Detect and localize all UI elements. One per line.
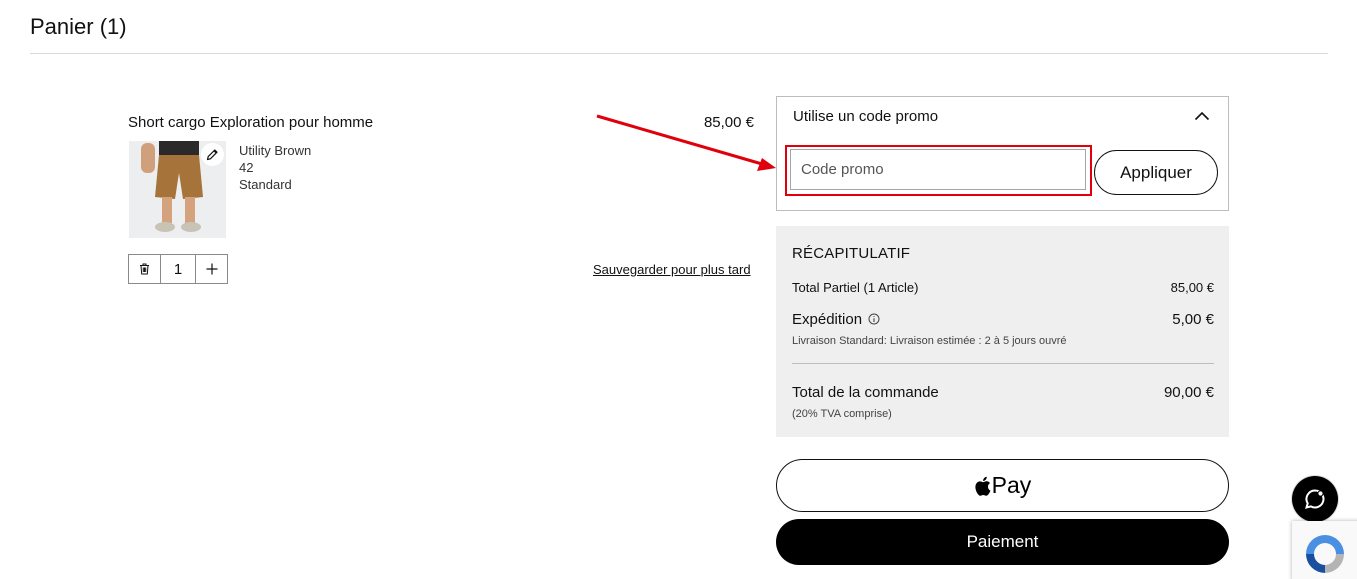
order-total-label: Total de la commande: [792, 384, 939, 401]
quantity-stepper: 1: [128, 254, 228, 284]
subtotal-label: Total Partiel (1 Article): [792, 280, 919, 295]
apply-promo-button[interactable]: Appliquer: [1094, 150, 1218, 195]
shipping-label: Expédition: [792, 311, 863, 328]
shipping-note: Livraison Standard: Livraison estimée : …: [792, 335, 1067, 347]
chat-button[interactable]: [1292, 476, 1338, 522]
order-summary: RÉCAPITULATIF Total Partiel (1 Article) …: [776, 226, 1229, 437]
product-price: 85,00 €: [703, 114, 754, 131]
title-divider: [30, 53, 1328, 54]
promo-title[interactable]: Utilise un code promo: [793, 108, 938, 125]
order-total-value: 90,00 €: [1163, 384, 1214, 401]
edit-item-button[interactable]: [201, 143, 224, 166]
recaptcha-badge[interactable]: [1292, 521, 1357, 579]
subtotal-row: Total Partiel (1 Article) 85,00 €: [792, 280, 1214, 295]
summary-title: RÉCAPITULATIF: [792, 245, 911, 262]
apple-pay-button[interactable]: Pay: [776, 459, 1229, 512]
info-icon[interactable]: [868, 312, 880, 329]
checkout-button[interactable]: Paiement: [776, 519, 1229, 565]
promo-code-input[interactable]: [790, 149, 1086, 190]
save-for-later-link[interactable]: Sauvegarder pour plus tard: [593, 262, 751, 277]
shipping-value: 5,00 €: [1172, 311, 1214, 328]
apple-pay-label: Pay: [991, 472, 1032, 498]
promo-code-panel: Utilise un code promo Appliquer: [776, 96, 1229, 211]
pencil-icon: [206, 149, 218, 161]
product-name[interactable]: Short cargo Exploration pour homme: [128, 114, 373, 131]
chevron-up-icon: [1194, 111, 1210, 121]
apple-logo-icon: [975, 476, 991, 496]
item-size: 42: [239, 160, 254, 175]
shipping-row: Expédition 5,00 €: [792, 311, 1214, 329]
chat-icon: [1305, 489, 1325, 509]
item-fit: Standard: [239, 177, 292, 192]
vat-note: (20% TVA comprise): [792, 408, 892, 420]
increase-quantity-button[interactable]: [195, 255, 227, 283]
recaptcha-icon: [1306, 535, 1344, 573]
order-total-row: Total de la commande 90,00 €: [792, 384, 1214, 401]
page-title: Panier (1): [30, 14, 127, 39]
summary-divider: [792, 363, 1214, 364]
trash-icon: [140, 263, 149, 275]
collapse-promo-button[interactable]: [1194, 108, 1210, 129]
subtotal-value: 85,00 €: [1170, 280, 1214, 295]
remove-item-button[interactable]: [129, 255, 161, 283]
item-color: Utility Brown: [239, 143, 312, 158]
quantity-value[interactable]: 1: [161, 255, 195, 283]
plus-icon: [206, 263, 217, 275]
